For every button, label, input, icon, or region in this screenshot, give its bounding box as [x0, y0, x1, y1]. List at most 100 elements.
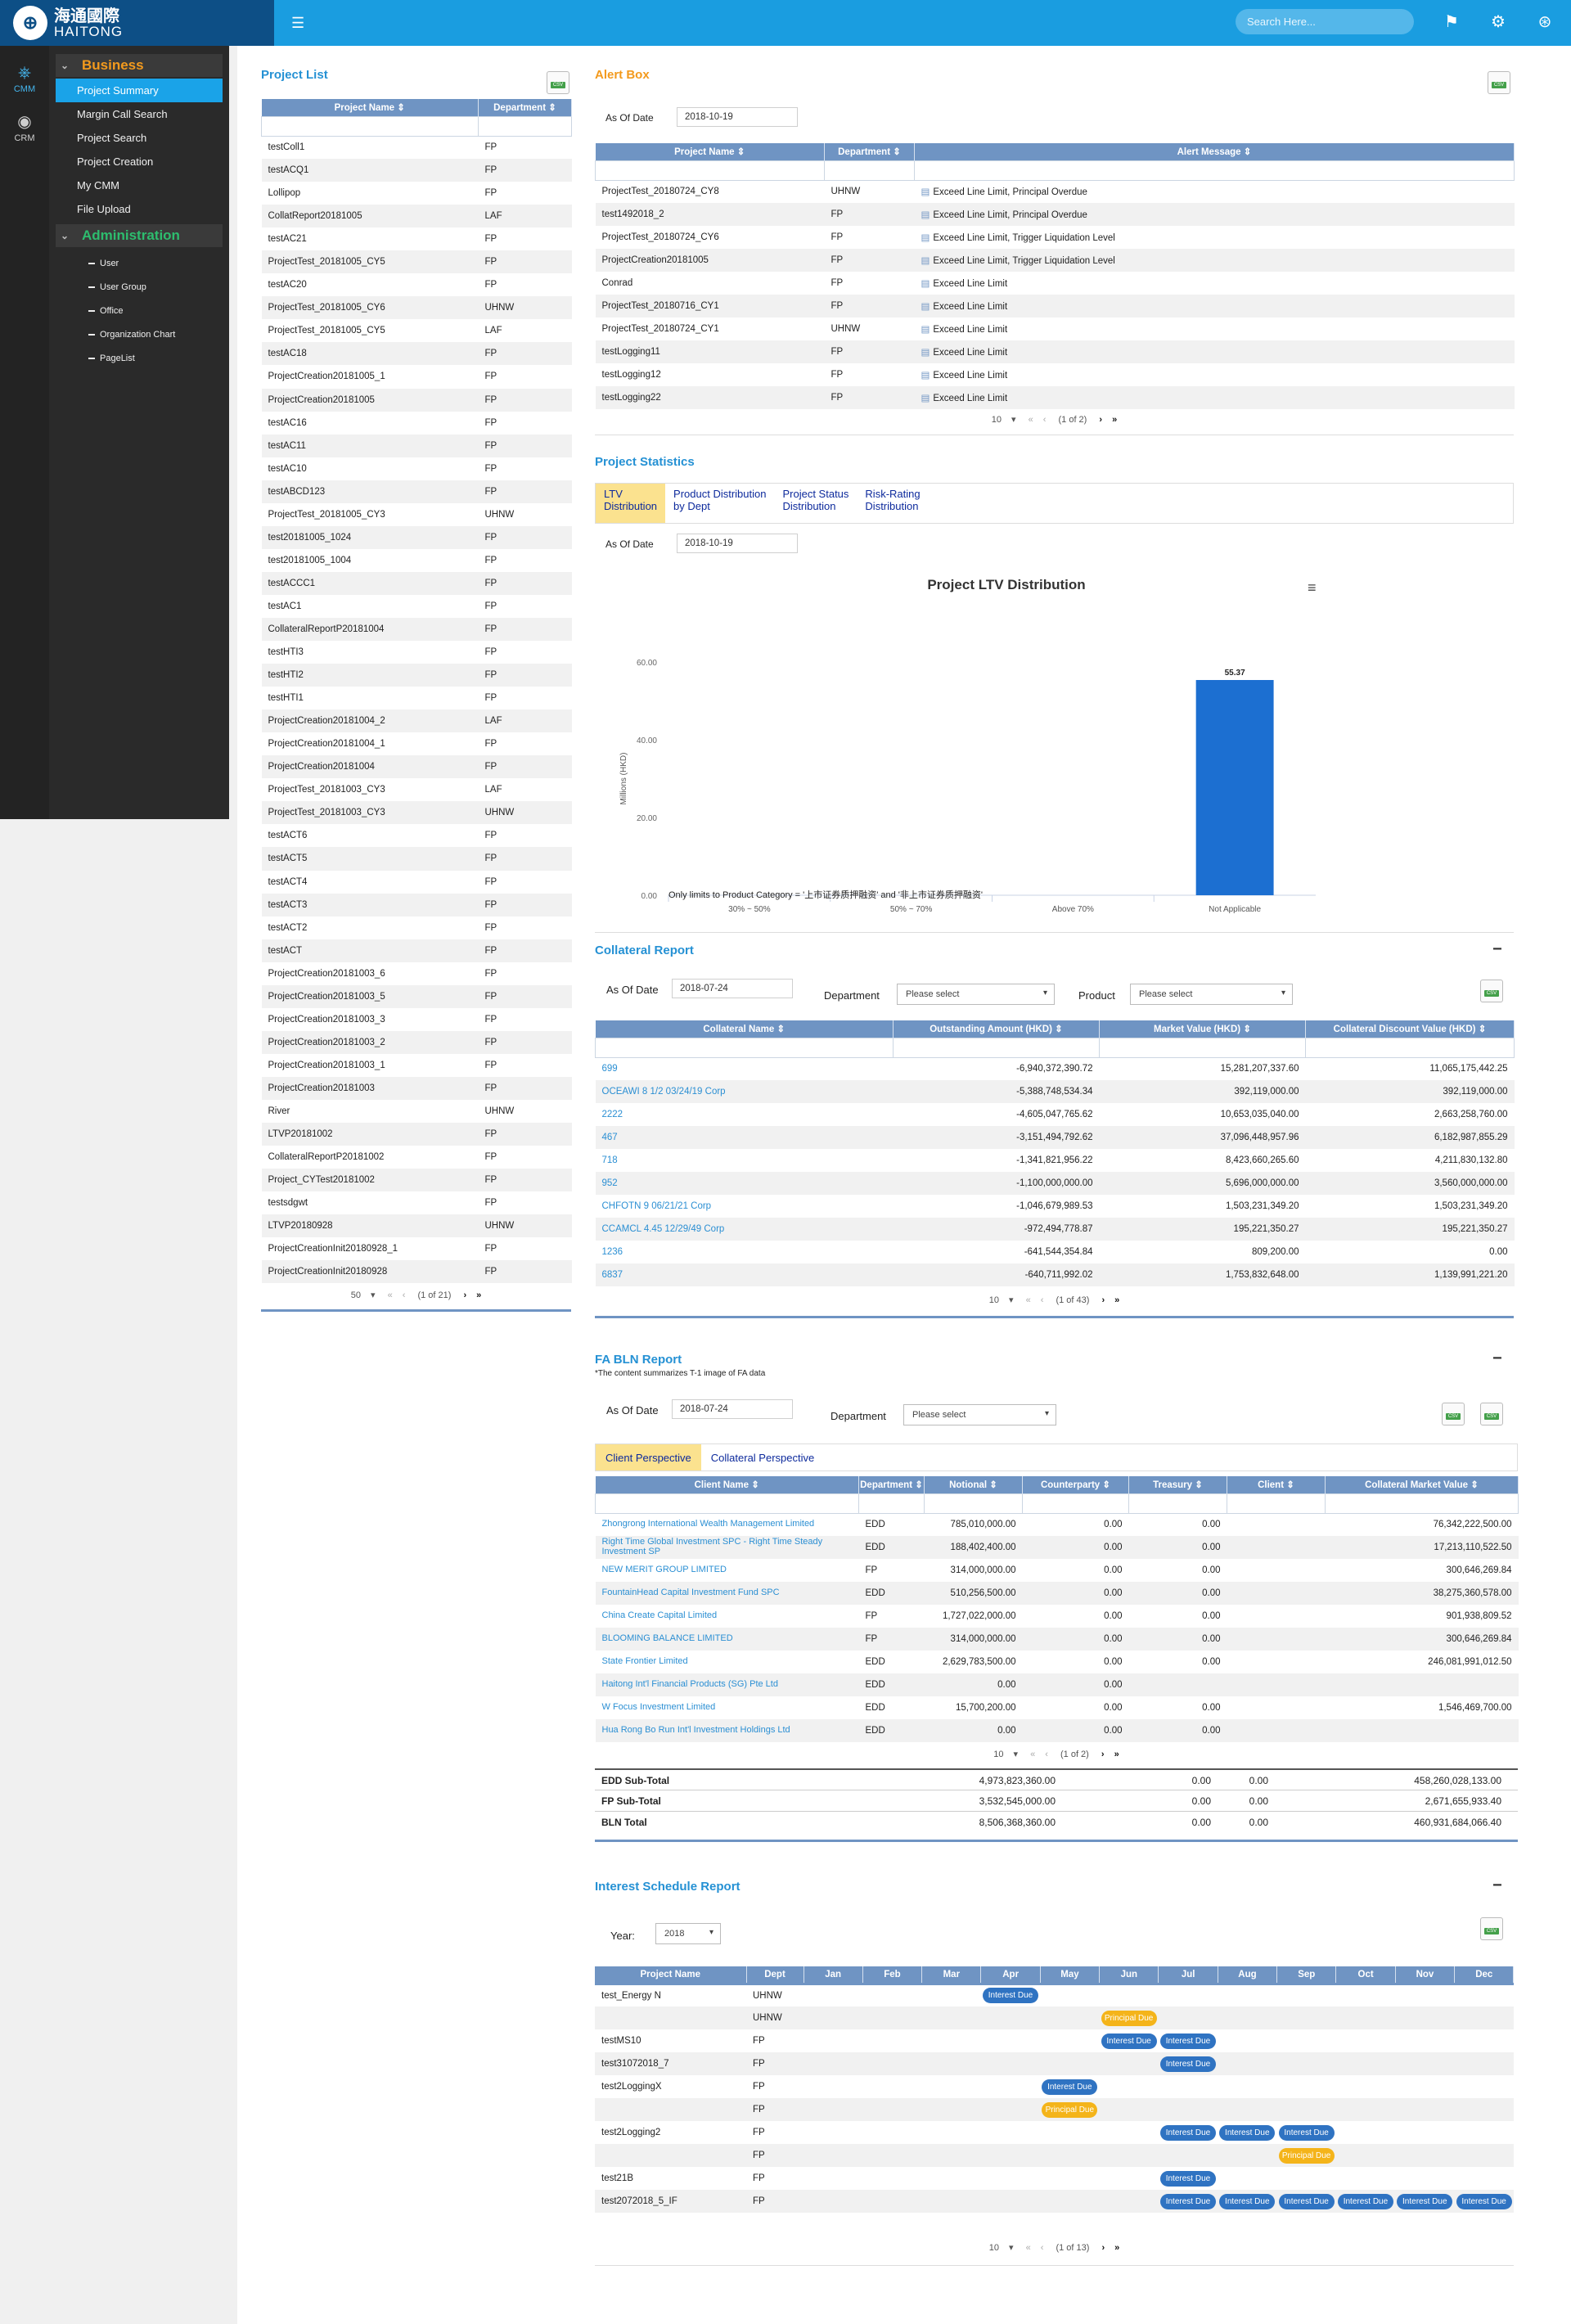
- next-page-icon[interactable]: ›: [463, 1290, 466, 1300]
- table-row[interactable]: testACT4 FP: [262, 871, 572, 894]
- table-row[interactable]: FountainHead Capital Investment Fund SPC…: [595, 1582, 1519, 1605]
- table-row[interactable]: testACT FP: [261, 939, 572, 962]
- project-name-cell[interactable]: CollateralReportP20181002: [262, 1146, 479, 1169]
- project-name-cell[interactable]: testAC16: [262, 412, 479, 435]
- table-row[interactable]: ProjectTest_20181005_CY6 UHNW: [261, 296, 572, 320]
- csv-export-icon[interactable]: CSV: [1480, 1403, 1503, 1425]
- interest-due-badge[interactable]: Interest Due: [1337, 2193, 1393, 2209]
- interest-due-badge[interactable]: Interest Due: [1159, 2033, 1216, 2049]
- csv-export-icon[interactable]: CSV: [1480, 1917, 1503, 1940]
- table-row[interactable]: CHFOTN 9 06/21/21 Corp -1,046,679,989.53 1…: [596, 1195, 1515, 1218]
- menu-item-office[interactable]: Office: [49, 300, 229, 323]
- column-header-collateral-name[interactable]: Collateral Name ⇕: [595, 1020, 894, 1038]
- client-name-link[interactable]: State Frontier Limited: [596, 1651, 859, 1673]
- collapse-icon[interactable]: −: [1492, 1876, 1502, 1895]
- project-name-cell[interactable]: ProjectTest_20180724_CY8: [596, 180, 825, 203]
- project-name-cell[interactable]: ProjectCreation20181003_5: [261, 984, 479, 1008]
- collateral-name-link[interactable]: CHFOTN 9 06/21/21 Corp: [596, 1195, 894, 1218]
- interest-due-badge[interactable]: Interest Due: [1456, 2193, 1512, 2209]
- column-header-project-name[interactable]: Project Name ⇕: [595, 143, 825, 160]
- table-row[interactable]: W Focus Investment Limited EDD 15,700,200.…: [596, 1696, 1519, 1719]
- menu-item-my-cmm[interactable]: My CMM: [56, 173, 223, 197]
- last-page-icon[interactable]: »: [1114, 1295, 1119, 1305]
- table-row[interactable]: BLOOMING BALANCE LIMITED FP 314,000,000.00…: [595, 1628, 1519, 1651]
- table-row[interactable]: testAC16 FP: [262, 412, 572, 435]
- first-page-icon[interactable]: «: [1030, 1750, 1035, 1759]
- interest-due-badge[interactable]: Interest Due: [1219, 2193, 1276, 2209]
- table-row[interactable]: testACCC1 FP: [261, 571, 572, 595]
- column-header-department[interactable]: Department ⇕: [858, 1476, 925, 1493]
- sort-icon[interactable]: ⇕: [1195, 1480, 1203, 1490]
- menu-group-administration[interactable]: ⌄ Administration: [56, 224, 223, 247]
- project-name-cell[interactable]: testACT6: [262, 824, 479, 847]
- table-row[interactable]: testAC18 FP: [261, 342, 572, 366]
- menu-group-business[interactable]: ⌄ Business: [56, 54, 223, 77]
- project-name-cell[interactable]: testHTI2: [261, 664, 479, 687]
- filter-input[interactable]: [893, 1037, 1100, 1058]
- project-name-cell[interactable]: testACT3: [261, 893, 479, 917]
- project-name-cell[interactable]: testAC10: [262, 457, 479, 480]
- collapse-icon[interactable]: −: [1492, 940, 1502, 959]
- interest-due-badge[interactable]: Interest Due: [1042, 2079, 1098, 2095]
- project-name-cell[interactable]: test_Energy N: [595, 1982, 746, 2006]
- project-name-cell[interactable]: ProjectTest_20181003_CY3: [261, 801, 479, 825]
- menu-item-organization-chart[interactable]: Organization Chart: [49, 323, 229, 347]
- document-icon[interactable]: ▤: [921, 256, 930, 266]
- project-name-cell[interactable]: testLogging22: [595, 386, 825, 409]
- menu-item-project-summary[interactable]: Project Summary: [56, 79, 223, 102]
- table-row[interactable]: testLogging11 FP ▤ Exceed Line Limit: [595, 340, 1515, 363]
- table-row[interactable]: CCAMCL 4.45 12/29/49 Corp -972,494,778.87…: [595, 1218, 1515, 1241]
- collateral-name-link[interactable]: 2222: [596, 1103, 894, 1126]
- table-row[interactable]: ProjectCreation20181003_5 FP: [261, 984, 572, 1008]
- table-row[interactable]: ProjectCreation20181005 FP ▤ Exceed Line Li…: [595, 249, 1515, 272]
- prev-page-icon[interactable]: ‹: [403, 1290, 406, 1300]
- project-name-cell[interactable]: Project_CYTest20181002: [261, 1169, 479, 1192]
- interest-due-badge[interactable]: Interest Due: [1397, 2193, 1453, 2209]
- next-page-icon[interactable]: ›: [1101, 2243, 1105, 2253]
- filter-input[interactable]: [914, 160, 1515, 181]
- document-icon[interactable]: ▤: [921, 394, 930, 403]
- table-row[interactable]: ProjectTest_20180724_CY6 FP ▤ Exceed Line L…: [596, 226, 1515, 249]
- client-name-link[interactable]: Zhongrong International Wealth Managemen…: [596, 1513, 859, 1536]
- filter-input[interactable]: [595, 1493, 859, 1514]
- column-header-counterparty[interactable]: Counterparty ⇕: [1022, 1476, 1129, 1493]
- collateral-name-link[interactable]: 699: [596, 1057, 894, 1080]
- table-row[interactable]: testACT5 FP: [261, 847, 572, 871]
- table-row[interactable]: testAC10 FP: [262, 457, 572, 480]
- dropdown-icon[interactable]: ▾: [1014, 1750, 1019, 1759]
- menu-item-margin-call-search[interactable]: Margin Call Search: [56, 102, 223, 126]
- prev-page-icon[interactable]: ‹: [1043, 415, 1047, 425]
- first-page-icon[interactable]: «: [1029, 415, 1033, 425]
- tab-project-status[interactable]: Project Status Distribution: [774, 484, 857, 523]
- project-name-cell[interactable]: testAC20: [262, 273, 479, 296]
- bar[interactable]: [1195, 679, 1274, 895]
- table-row[interactable]: NEW MERIT GROUP LIMITED FP 314,000,000.00 0…: [596, 1559, 1519, 1582]
- column-header-market-value[interactable]: Market Value (HKD) ⇕: [1099, 1020, 1306, 1038]
- menu-item-file-upload[interactable]: File Upload: [56, 197, 223, 221]
- project-name-cell[interactable]: testAC1: [262, 595, 479, 618]
- project-name-cell[interactable]: testABCD123: [261, 480, 479, 503]
- next-page-icon[interactable]: ›: [1101, 1750, 1105, 1759]
- collateral-name-link[interactable]: 718: [596, 1149, 894, 1172]
- department-select[interactable]: Please select ▾: [897, 984, 1055, 1005]
- client-name-link[interactable]: W Focus Investment Limited: [596, 1696, 859, 1719]
- project-name-cell[interactable]: testACCC1: [261, 571, 479, 595]
- table-row[interactable]: test1492018_2 FP ▤ Exceed Line Limit, Princ…: [595, 203, 1515, 226]
- document-icon[interactable]: ▤: [921, 233, 930, 243]
- column-header-client[interactable]: Client ⇕: [1227, 1476, 1326, 1493]
- document-icon[interactable]: ▤: [921, 210, 930, 220]
- project-name-cell[interactable]: testColl1: [262, 136, 479, 159]
- column-header-client-name[interactable]: Client Name ⇕: [595, 1476, 859, 1493]
- table-row[interactable]: testABCD123 FP: [261, 480, 572, 503]
- page-size-select[interactable]: 50: [351, 1290, 361, 1300]
- table-row[interactable]: ProjectCreation20181003_6 FP: [262, 962, 572, 985]
- as-of-date-input[interactable]: 2018-07-24: [672, 1399, 793, 1419]
- table-row[interactable]: testAC1 FP: [262, 595, 572, 618]
- project-name-cell[interactable]: ProjectCreation20181003_6: [262, 962, 479, 985]
- as-of-date-input[interactable]: 2018-10-19: [677, 534, 798, 553]
- collateral-name-link[interactable]: OCEAWI 8 1/2 03/24/19 Corp: [595, 1080, 894, 1103]
- table-row[interactable]: Right Time Global Investment SPC - Right…: [595, 1536, 1519, 1559]
- table-row[interactable]: Hua Rong Bo Run Int'l Investment Holding…: [595, 1719, 1519, 1742]
- project-name-cell[interactable]: ProjectCreation20181005: [595, 249, 825, 272]
- interest-due-badge[interactable]: Interest Due: [1159, 2193, 1216, 2209]
